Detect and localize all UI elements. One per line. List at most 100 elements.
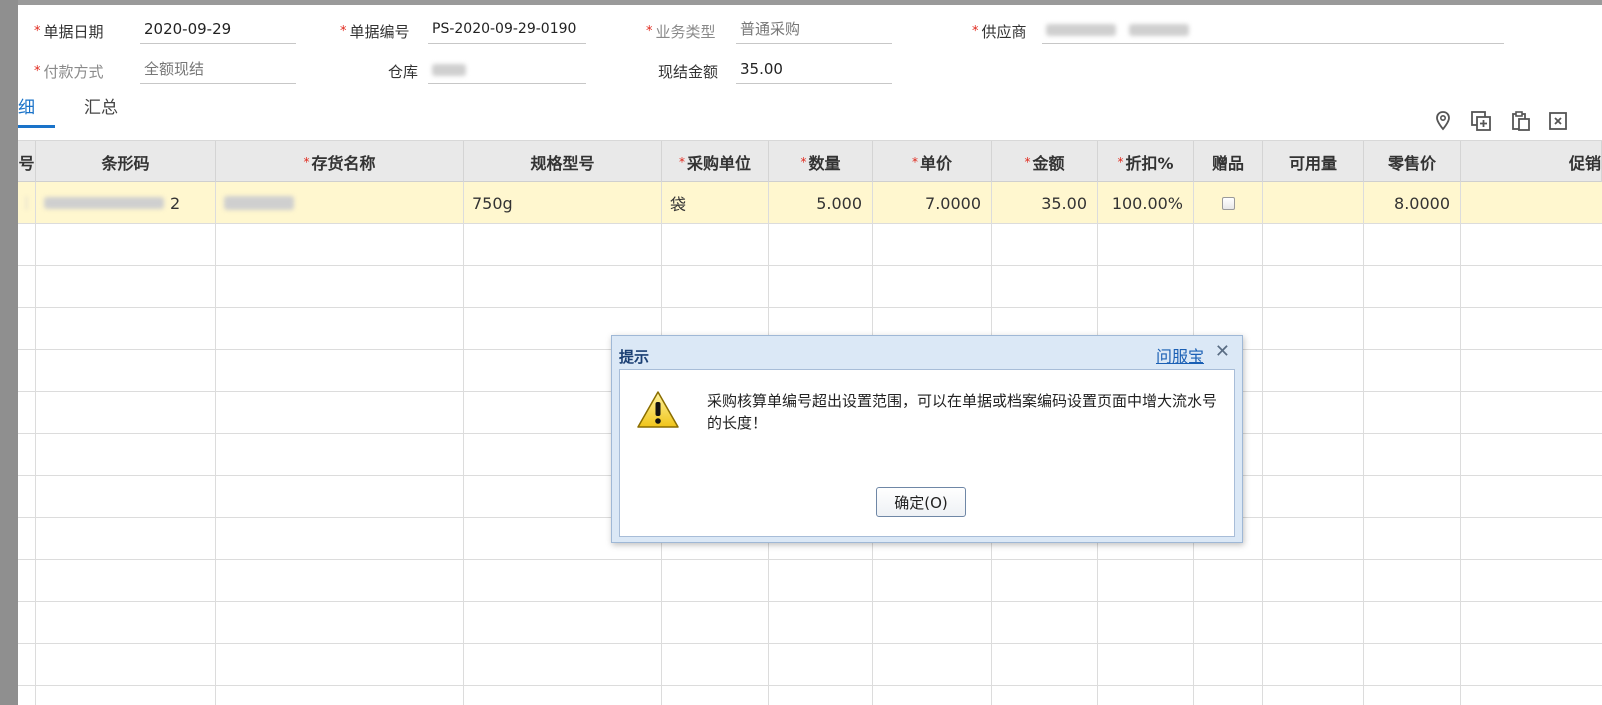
empty-table-row[interactable] [18,560,1602,602]
empty-cell[interactable] [662,602,769,644]
empty-cell[interactable] [216,560,464,602]
ok-button[interactable]: 确定(O) [876,487,966,517]
export-icon[interactable] [1548,110,1570,132]
empty-cell[interactable] [992,602,1098,644]
empty-cell[interactable] [18,518,36,560]
empty-cell[interactable] [1263,644,1364,686]
location-icon[interactable] [1432,110,1454,132]
empty-cell[interactable] [1364,350,1461,392]
empty-cell[interactable] [1098,224,1194,266]
empty-cell[interactable] [216,644,464,686]
empty-cell[interactable] [1364,560,1461,602]
empty-cell[interactable] [769,224,873,266]
empty-cell[interactable] [36,518,216,560]
payment-input[interactable]: 全额现结 [140,58,296,84]
empty-cell[interactable] [1461,686,1602,705]
empty-cell[interactable] [18,476,36,518]
empty-cell[interactable] [18,266,36,308]
empty-cell[interactable] [992,266,1098,308]
empty-cell[interactable] [18,350,36,392]
empty-cell[interactable] [1461,434,1602,476]
col-available[interactable]: 可用量 [1263,141,1364,183]
empty-cell[interactable] [464,686,662,705]
empty-cell[interactable] [1263,686,1364,705]
col-item-name[interactable]: * 存货名称 [216,141,464,183]
empty-cell[interactable] [1263,602,1364,644]
close-icon[interactable]: ✕ [1215,342,1230,362]
empty-cell[interactable] [1194,686,1263,705]
empty-table-row[interactable] [18,644,1602,686]
empty-cell[interactable] [1461,560,1602,602]
empty-table-row[interactable] [18,224,1602,266]
cell-unit[interactable]: 袋 [662,182,769,224]
empty-cell[interactable] [1461,224,1602,266]
empty-cell[interactable] [992,644,1098,686]
empty-cell[interactable] [1461,308,1602,350]
empty-cell[interactable] [216,308,464,350]
col-unit[interactable]: * 采购单位 [662,141,769,183]
empty-cell[interactable] [1263,350,1364,392]
empty-cell[interactable] [992,686,1098,705]
empty-cell[interactable] [1098,644,1194,686]
add-copy-icon[interactable] [1470,110,1492,132]
col-qty[interactable]: * 数量 [769,141,873,183]
empty-cell[interactable] [36,392,216,434]
empty-cell[interactable] [1263,434,1364,476]
cell-promo[interactable] [1461,182,1602,224]
warehouse-input[interactable] [428,58,586,84]
empty-cell[interactable] [873,224,992,266]
help-link[interactable]: 问服宝 [1156,343,1204,367]
empty-cell[interactable] [18,434,36,476]
col-barcode[interactable]: 条形码 [36,141,216,183]
empty-cell[interactable] [36,434,216,476]
empty-cell[interactable] [36,266,216,308]
empty-cell[interactable] [464,266,662,308]
empty-cell[interactable] [216,476,464,518]
empty-cell[interactable] [1364,392,1461,434]
empty-cell[interactable] [1263,518,1364,560]
cash-amount-input[interactable]: 35.00 [736,58,892,84]
empty-cell[interactable] [216,224,464,266]
empty-cell[interactable] [36,560,216,602]
empty-cell[interactable] [18,644,36,686]
empty-cell[interactable] [1194,644,1263,686]
gift-checkbox[interactable] [1221,196,1235,210]
empty-cell[interactable] [1364,224,1461,266]
empty-cell[interactable] [216,686,464,705]
empty-cell[interactable] [1364,308,1461,350]
cell-price[interactable]: 7.0000 [873,182,992,224]
empty-cell[interactable] [1263,476,1364,518]
empty-cell[interactable] [1263,392,1364,434]
empty-cell[interactable] [873,686,992,705]
empty-cell[interactable] [662,644,769,686]
empty-cell[interactable] [18,392,36,434]
empty-cell[interactable] [1461,392,1602,434]
empty-cell[interactable] [1194,560,1263,602]
empty-cell[interactable] [216,392,464,434]
empty-cell[interactable] [873,266,992,308]
empty-cell[interactable] [1098,686,1194,705]
empty-cell[interactable] [662,686,769,705]
empty-cell[interactable] [873,560,992,602]
empty-cell[interactable] [1364,602,1461,644]
empty-cell[interactable] [992,224,1098,266]
col-gift[interactable]: 赠品 [1194,141,1263,183]
supplier-input[interactable] [1042,18,1504,44]
empty-cell[interactable] [216,266,464,308]
empty-cell[interactable] [1364,518,1461,560]
empty-cell[interactable] [18,308,36,350]
empty-cell[interactable] [1263,560,1364,602]
empty-cell[interactable] [464,560,662,602]
empty-cell[interactable] [36,308,216,350]
biz-type-input[interactable]: 普通采购 [736,18,892,44]
cell-spec[interactable]: 750g [464,182,662,224]
empty-cell[interactable] [662,224,769,266]
empty-cell[interactable] [36,350,216,392]
cell-barcode[interactable]: 2 [36,182,216,224]
empty-cell[interactable] [18,686,36,705]
cell-qty[interactable]: 5.000 [769,182,873,224]
empty-cell[interactable] [1461,350,1602,392]
empty-cell[interactable] [769,686,873,705]
empty-cell[interactable] [1461,518,1602,560]
empty-cell[interactable] [1364,686,1461,705]
